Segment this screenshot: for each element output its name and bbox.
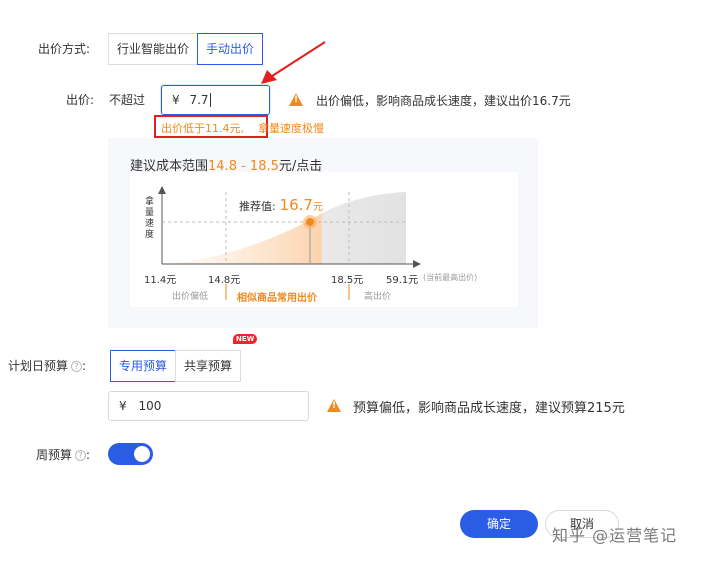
- zone-mid: 相似商品常用出价: [237, 293, 317, 304]
- recommend-callout: 推荐值: 16.7元: [239, 196, 323, 214]
- bid-hint: 出价偏低，影响商品成长速度，建议出价16.7元: [316, 94, 571, 108]
- x-axis-arrow: [413, 260, 421, 268]
- currency-symbol: ¥: [119, 399, 127, 413]
- toggle-knob: [134, 446, 150, 462]
- watermark: 知乎 @运营笔记: [552, 526, 678, 545]
- option-shared-budget[interactable]: 共享预算: [175, 350, 242, 382]
- tick-18-5: 18.5元: [331, 275, 364, 286]
- budget-type-selector: 专用预算 共享预算: [110, 350, 242, 382]
- zone-high: 高出价: [364, 292, 392, 302]
- currency-symbol: ¥: [172, 93, 180, 107]
- new-badge: NEW: [233, 334, 258, 344]
- recommend-value: 16.7: [279, 196, 313, 214]
- bid-prefix: 不超过: [109, 93, 146, 107]
- annotation-arrow: [261, 41, 326, 84]
- daily-budget-hint: 预算偏低，影响商品成长速度，建议预算215元: [353, 401, 625, 416]
- tick-59-1: 59.1元: [386, 275, 419, 286]
- recommend-dot: [306, 218, 314, 226]
- daily-budget-value: 100: [138, 399, 162, 413]
- daily-budget-label: 计划日预算?:: [8, 359, 87, 373]
- help-icon[interactable]: ?: [71, 361, 83, 372]
- recommend-unit: 元: [312, 202, 323, 213]
- option-industry-smart-bid[interactable]: 行业智能出价: [108, 33, 199, 65]
- zone-low: 出价偏低: [172, 292, 209, 302]
- tick-11-4: 11.4元: [144, 275, 177, 286]
- help-icon[interactable]: ?: [75, 450, 87, 461]
- bid-curve-svg: [158, 186, 421, 300]
- tick-14-8: 14.8元: [208, 275, 241, 286]
- recommend-label: 推荐值:: [239, 200, 276, 213]
- weekly-budget-toggle[interactable]: [108, 443, 153, 465]
- bid-input[interactable]: ¥ 7.7: [161, 85, 270, 115]
- bid-value: 7.7: [189, 93, 209, 107]
- warning-icon: [289, 92, 303, 106]
- confirm-button[interactable]: 确定: [460, 510, 538, 538]
- warning-icon: [327, 398, 341, 412]
- weekly-budget-label-text: 周预算: [36, 448, 73, 462]
- daily-budget-input[interactable]: ¥ 100: [108, 391, 309, 421]
- y-axis-label: 拿量速度: [145, 197, 155, 240]
- bid-error-red: 出价低于11.4元,: [161, 122, 244, 135]
- option-dedicated-budget[interactable]: 专用预算: [110, 350, 177, 382]
- bid-error-orange: 拿量速度极慢: [258, 122, 324, 135]
- tick-note: (当前最高出价): [423, 273, 478, 282]
- daily-budget-label-text: 计划日预算: [8, 359, 69, 373]
- y-axis-arrow: [158, 186, 166, 194]
- option-manual-bid[interactable]: 手动出价: [197, 33, 264, 65]
- weekly-budget-label: 周预算?:: [36, 448, 91, 462]
- bid-method-label: 出价方式:: [38, 42, 91, 56]
- bid-label: 出价:: [66, 93, 95, 107]
- bid-method-selector: 行业智能出价 手动出价: [108, 33, 264, 65]
